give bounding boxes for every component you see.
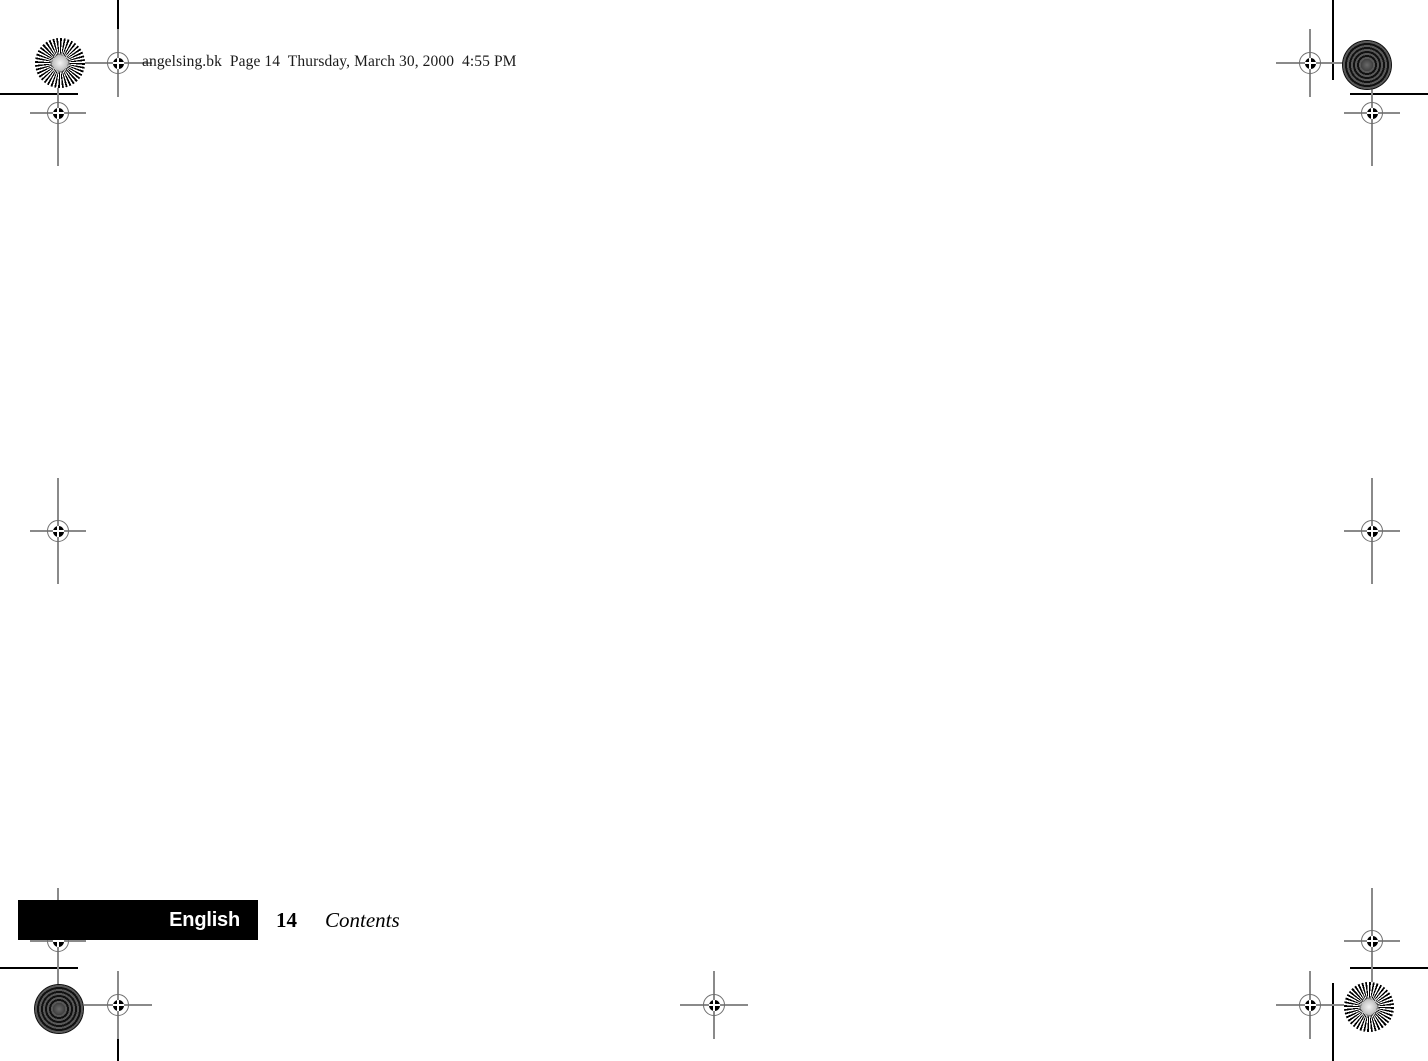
section-title: Contents xyxy=(325,907,400,932)
halftone-target-top-right xyxy=(1342,40,1392,90)
crosshair-hub xyxy=(112,57,124,69)
resolution-target-bottom-right xyxy=(1344,982,1394,1032)
trim-line-top-right-vertical xyxy=(1332,0,1334,80)
crosshair-hub xyxy=(1304,57,1316,69)
trim-line-bottom-right-vertical xyxy=(1332,983,1334,1061)
crosshair-hub xyxy=(1304,999,1316,1011)
language-tab: English xyxy=(18,900,258,940)
crosshair-hub xyxy=(112,999,124,1011)
crosshair-hub xyxy=(1366,107,1378,119)
page-footer: English 14 Contents xyxy=(18,900,400,940)
page-number: 14 xyxy=(276,907,297,932)
print-proof-page: angelsing.bk Page 14 Thursday, March 30,… xyxy=(0,0,1428,1061)
trim-line-bottom-right-horizontal xyxy=(1350,967,1428,969)
crosshair-hub xyxy=(1366,935,1378,947)
language-label: English xyxy=(169,908,240,931)
footer-page-info: 14 Contents xyxy=(276,900,400,940)
trim-line-bottom-left-horizontal xyxy=(0,967,78,969)
resolution-target-top-left xyxy=(35,38,85,88)
page-header-stamp: angelsing.bk Page 14 Thursday, March 30,… xyxy=(142,53,517,70)
page-body-area xyxy=(142,130,1282,880)
trim-line-top-left-horizontal xyxy=(0,93,78,95)
trim-line-top-right-horizontal xyxy=(1350,93,1428,95)
halftone-target-bottom-left xyxy=(34,984,84,1034)
crosshair-hub xyxy=(52,107,64,119)
crosshair-hub xyxy=(52,525,64,537)
crosshair-hub xyxy=(1366,525,1378,537)
crosshair-hub xyxy=(708,999,720,1011)
